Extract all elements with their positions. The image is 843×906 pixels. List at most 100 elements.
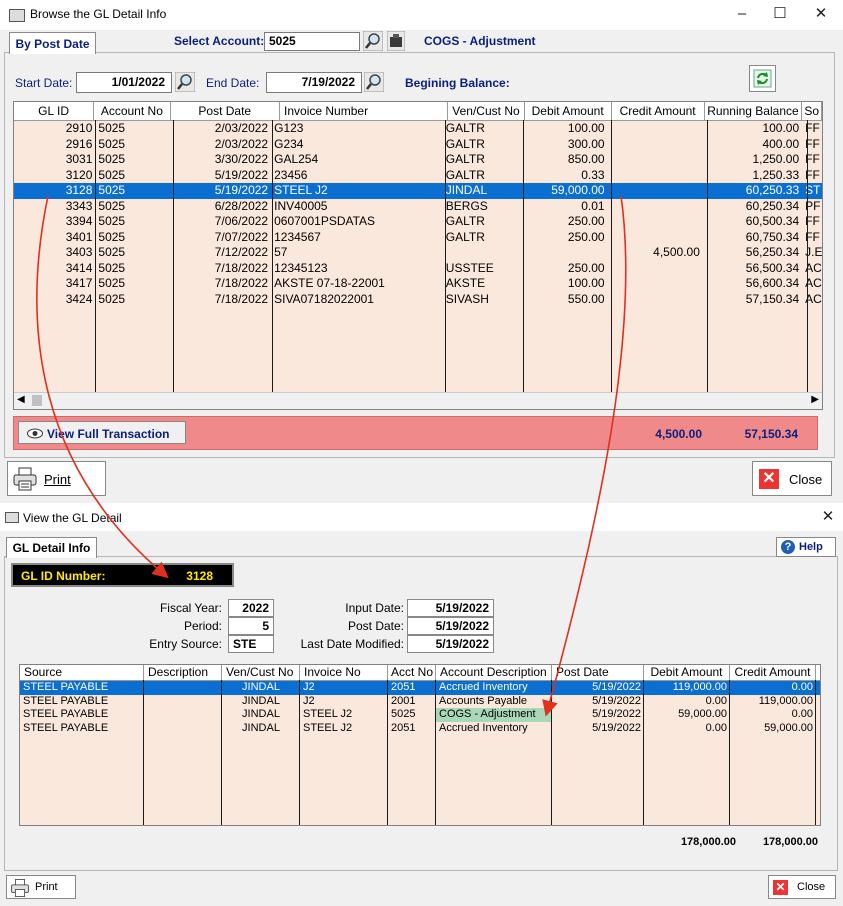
account-search-icon[interactable] bbox=[362, 30, 384, 54]
col2-invoice[interactable]: Invoice No bbox=[300, 665, 388, 680]
cell-desc bbox=[144, 708, 222, 722]
horizontal-scrollbar[interactable]: ◀ ▶ bbox=[14, 392, 822, 409]
eye-icon bbox=[27, 428, 43, 439]
cell-ven: GALTR bbox=[445, 214, 485, 228]
last-modified-field: 5/19/2022 bbox=[407, 635, 494, 653]
cell-src: FF bbox=[805, 152, 820, 166]
table-row[interactable]: 3403 5025 7/12/2022 57 4,500.00 56,250.34 J.E bbox=[14, 245, 822, 261]
cell-inv: STEEL J2 bbox=[303, 721, 353, 734]
cell-acct: 5025 bbox=[98, 167, 126, 182]
cell-inv: 23456 bbox=[274, 167, 308, 182]
cell-inv: AKSTE 07-18-22001 bbox=[274, 276, 385, 290]
end-date-search-icon[interactable] bbox=[363, 71, 385, 95]
cell-adesc: Accrued Inventory bbox=[439, 721, 528, 734]
col2-acct-desc[interactable]: Account Description bbox=[436, 665, 552, 680]
start-date-search-icon[interactable] bbox=[174, 71, 196, 95]
printer-icon bbox=[13, 467, 37, 491]
table-row[interactable]: 3394 5025 7/06/2022 0607001PSDATAS GALTR 250.… bbox=[14, 214, 822, 230]
cell-src: FF bbox=[805, 167, 820, 182]
cell-src: FF bbox=[805, 214, 820, 228]
account-input[interactable]: 5025 bbox=[264, 32, 360, 51]
cell-acct: 5025 bbox=[98, 198, 126, 213]
minimize-icon[interactable]: – bbox=[731, 4, 753, 24]
cell-bal: 56,250.34 bbox=[745, 245, 800, 259]
cell-acct: 5025 bbox=[98, 276, 126, 290]
start-date-input[interactable]: 1/01/2022 bbox=[76, 72, 172, 93]
cell-date: 2/03/2022 bbox=[214, 136, 269, 151]
col-gl-id[interactable]: GL ID bbox=[14, 102, 95, 120]
scroll-right-icon[interactable]: ▶ bbox=[811, 394, 819, 405]
help-button[interactable]: ? Help bbox=[776, 537, 836, 557]
entry-source-label: Entry Source: bbox=[149, 637, 222, 651]
cell-inv: J2 bbox=[303, 694, 315, 707]
end-date-input[interactable]: 7/19/2022 bbox=[266, 72, 362, 93]
col-running-balance[interactable]: Running Balance bbox=[705, 102, 803, 120]
col-source[interactable]: So bbox=[802, 102, 822, 120]
refresh-button[interactable] bbox=[749, 65, 776, 92]
view-gl-detail-window: View the GL Detail ✕ GL Detail Info ? He… bbox=[0, 505, 843, 906]
col2-post-date[interactable]: Post Date bbox=[552, 665, 644, 680]
cell-acct: 5025 bbox=[98, 183, 126, 197]
tab-gl-detail-info[interactable]: GL Detail Info bbox=[6, 537, 97, 558]
cell-debit: 850.00 bbox=[567, 152, 605, 166]
close-button[interactable]: ✕ Close bbox=[752, 461, 832, 496]
account-lookup-icon[interactable] bbox=[386, 30, 406, 54]
cell-src: ST bbox=[805, 183, 821, 197]
col2-debit[interactable]: Debit Amount bbox=[644, 665, 730, 680]
cell-credit bbox=[608, 152, 703, 168]
col-ven-cust-no[interactable]: Ven/Cust No bbox=[448, 102, 525, 120]
cell-debit: 59,000.00 bbox=[551, 183, 605, 197]
col-debit-amount[interactable]: Debit Amount bbox=[525, 102, 612, 120]
view-full-transaction-label: View Full Transaction bbox=[47, 427, 170, 441]
close-window-icon[interactable]: ✕ bbox=[810, 4, 832, 24]
detail-row[interactable]: STEEL PAYABLE JINDAL STEEL J2 2051 Accrued I… bbox=[20, 722, 820, 736]
col2-ven-cust[interactable]: Ven/Cust No bbox=[222, 665, 300, 680]
cell-bal: 60,500.34 bbox=[745, 214, 800, 228]
scroll-left-icon[interactable]: ◀ bbox=[17, 394, 25, 405]
tab-by-post-date[interactable]: By Post Date bbox=[9, 32, 96, 54]
view-full-transaction-button[interactable]: View Full Transaction bbox=[18, 421, 186, 444]
col2-acct[interactable]: Acct No bbox=[388, 665, 436, 680]
cell-bal: 1,250.33 bbox=[752, 167, 800, 182]
col-invoice-number[interactable]: Invoice Number bbox=[280, 102, 449, 120]
table-row[interactable]: 3120 5025 5/19/2022 23456 GALTR 0.33 1,250.33 F… bbox=[14, 168, 822, 184]
cell-src: STEEL PAYABLE bbox=[23, 721, 109, 734]
cell-inv: GAL254 bbox=[274, 152, 319, 166]
col-credit-amount[interactable]: Credit Amount bbox=[612, 102, 705, 120]
entry-source-field: STE bbox=[228, 635, 274, 653]
col2-source[interactable]: Source bbox=[20, 665, 144, 680]
table-row[interactable]: 3031 5025 3/30/2022 GAL254 GALTR 850.00 1,250.… bbox=[14, 152, 822, 168]
cell-src: J.E bbox=[805, 245, 823, 259]
cell-acct: 5025 bbox=[98, 260, 126, 275]
print-button-2[interactable]: Print bbox=[6, 875, 76, 899]
period-label: Period: bbox=[183, 619, 222, 633]
print-button[interactable]: Print bbox=[7, 461, 106, 496]
table-row[interactable]: 3343 5025 6/28/2022 INV40005 BERGS 0.01 60,250… bbox=[14, 199, 822, 215]
close-button-2[interactable]: ✕ Close bbox=[768, 875, 836, 899]
table-row[interactable]: 2910 5025 2/03/2022 G123 GALTR 100.00 100.00 FF bbox=[14, 121, 822, 137]
detail-row[interactable]: STEEL PAYABLE JINDAL STEEL J2 5025 COGS - Ad… bbox=[20, 708, 820, 722]
cell-ven: SIVASH bbox=[445, 291, 489, 306]
cell-debit: 0.33 bbox=[581, 167, 605, 182]
cell-debit: 0.00 bbox=[705, 694, 727, 707]
gl-id-value: 3128 bbox=[186, 569, 213, 583]
table-row[interactable]: 3417 5025 7/18/2022 AKSTE 07-18-22001 AKSTE 1… bbox=[14, 276, 822, 292]
table-row[interactable]: 3128 5025 5/19/2022 STEEL J2 JINDAL 59,000.00… bbox=[14, 183, 822, 199]
col2-description[interactable]: Description bbox=[144, 665, 222, 680]
cell-debit: 250.00 bbox=[567, 229, 605, 244]
cell-debit bbox=[520, 245, 607, 261]
post-date-field: 5/19/2022 bbox=[407, 617, 494, 635]
detail-row[interactable]: STEEL PAYABLE JINDAL J2 2051 Accrued Invento… bbox=[20, 681, 820, 695]
close-window-icon-2[interactable]: ✕ bbox=[817, 507, 839, 527]
scroll-thumb[interactable] bbox=[32, 395, 42, 406]
table-row[interactable]: 3424 5025 7/18/2022 SIVA07182022001 SIVASH 55… bbox=[14, 292, 822, 308]
col-post-date[interactable]: Post Date bbox=[171, 102, 281, 120]
detail-row[interactable]: STEEL PAYABLE JINDAL J2 2001 Accounts Payabl… bbox=[20, 695, 820, 709]
table-row[interactable]: 3414 5025 7/18/2022 12345123 USSTEE 250.00 56,… bbox=[14, 261, 822, 277]
col2-credit[interactable]: Credit Amount bbox=[730, 665, 816, 680]
cell-id: 3417 bbox=[65, 276, 93, 290]
col-account-no[interactable]: Account No bbox=[94, 102, 171, 120]
table-row[interactable]: 2916 5025 2/03/2022 G234 GALTR 300.00 400.00 FF bbox=[14, 137, 822, 153]
maximize-icon[interactable]: ☐ bbox=[769, 4, 791, 24]
table-row[interactable]: 3401 5025 7/07/2022 1234567 GALTR 250.00 60,75… bbox=[14, 230, 822, 246]
